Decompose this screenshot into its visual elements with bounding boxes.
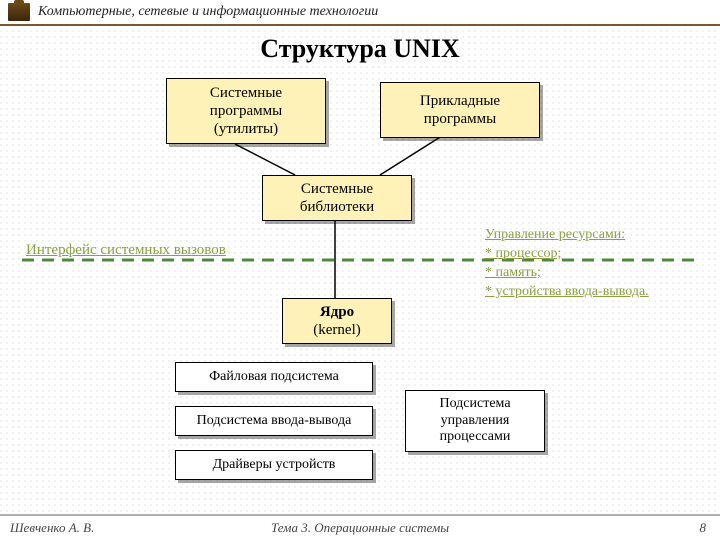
header-bar: Компьютерные, сетевые и информационные т… (0, 0, 720, 26)
footer-page: 8 (700, 520, 707, 536)
text: управления (441, 413, 510, 430)
box-system-utilities: Системные программы (утилиты) (166, 78, 326, 144)
box-system-libraries: Системные библиотеки (262, 175, 412, 221)
text: Системные (210, 84, 282, 102)
text: (kernel) (313, 321, 360, 339)
text: (утилиты) (214, 120, 278, 138)
text: Подсистема (439, 396, 510, 413)
box-device-drivers: Драйверы устройств (175, 450, 373, 480)
box-io-subsystem: Подсистема ввода-вывода (175, 406, 373, 436)
box-file-subsystem: Файловая подсистема (175, 362, 373, 392)
footer-author: Шевченко А. В. (10, 520, 94, 536)
page-title: Структура UNIX (0, 34, 720, 64)
text: Драйверы устройств (213, 457, 336, 474)
text: Системные (301, 180, 373, 198)
box-applications: Прикладные программы (380, 82, 540, 138)
note-resources: Управление ресурсами: * процессор; * пам… (485, 226, 705, 302)
text: процессами (440, 429, 511, 446)
text: Файловая подсистема (209, 369, 339, 386)
text: библиотеки (300, 198, 374, 216)
text: Ядро (320, 303, 354, 321)
text: программы (424, 110, 496, 128)
box-process-management: Подсистема управления процессами (405, 390, 545, 452)
text: Подсистема ввода-вывода (197, 413, 352, 430)
text: Прикладные (420, 92, 500, 110)
text: программы (210, 102, 282, 120)
label-syscall-interface: Интерфейс системных вызовов (26, 242, 226, 259)
box-kernel: Ядро (kernel) (282, 298, 392, 344)
footer-bar: Шевченко А. В. Тема 3. Операционные сист… (0, 514, 720, 540)
footer-topic: Тема 3. Операционные системы (0, 520, 720, 536)
course-title: Компьютерные, сетевые и информационные т… (38, 4, 378, 20)
briefcase-icon (8, 3, 30, 21)
